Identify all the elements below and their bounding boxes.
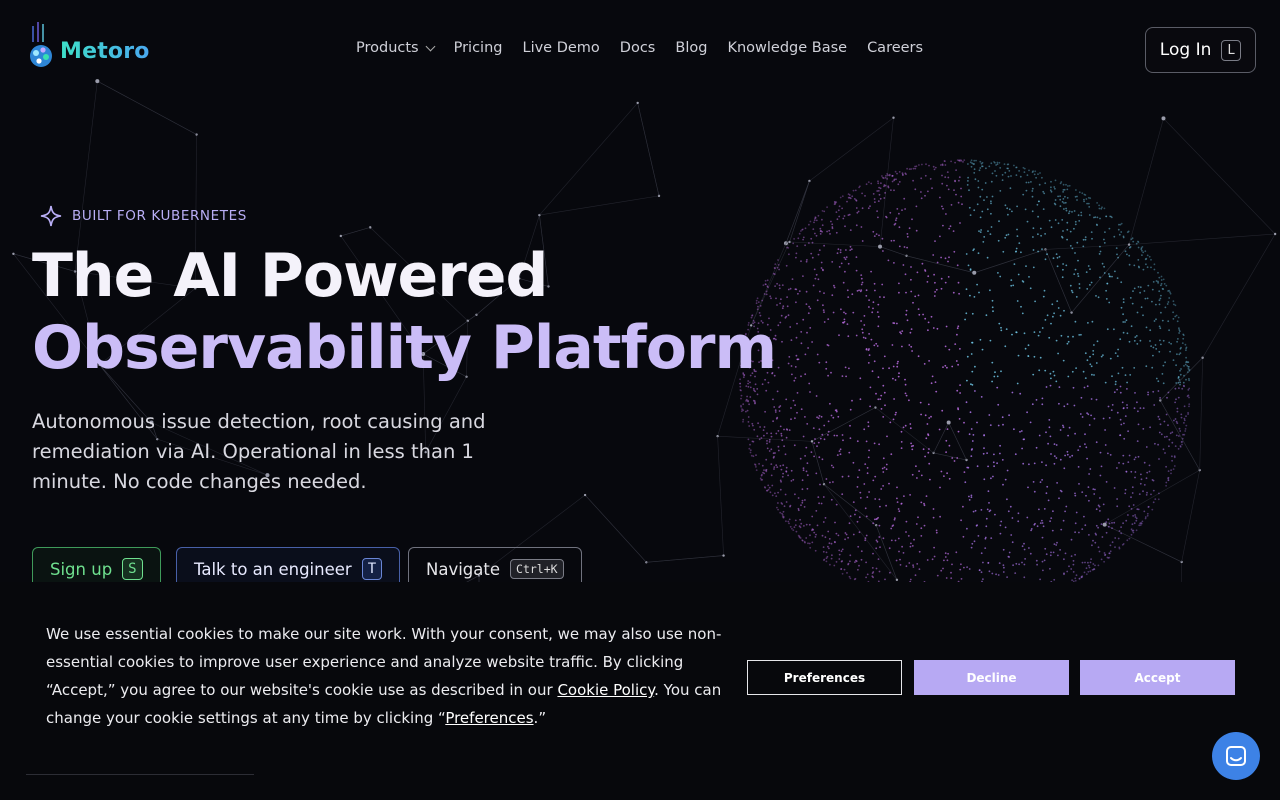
nav-blog-label: Blog (675, 40, 708, 56)
navigate-shortcut-key: Ctrl+K (510, 559, 564, 579)
signup-shortcut-key: S (122, 558, 143, 580)
hero-title-line2: Observability Platform (32, 313, 777, 383)
badge-label: BUILT FOR KUBERNETES (72, 208, 247, 224)
nav-products-label: Products (356, 40, 419, 56)
nav-live-demo-label: Live Demo (522, 40, 600, 56)
sparkle-icon (40, 205, 62, 227)
login-label: Log In (1159, 40, 1212, 60)
nav-products[interactable]: Products (356, 40, 436, 56)
nav-blog[interactable]: Blog (675, 40, 707, 56)
metoro-logo-icon (28, 22, 56, 68)
divider (26, 774, 254, 775)
logo[interactable]: Metoro (28, 22, 150, 68)
chat-launcher-button[interactable] (1212, 732, 1260, 780)
nav-careers-label: Careers (867, 40, 924, 56)
nav-careers[interactable]: Careers (867, 40, 923, 56)
cookie-policy-link[interactable]: Cookie Policy (557, 681, 654, 699)
cookie-message: We use essential cookies to make our sit… (46, 620, 726, 732)
nav-docs[interactable]: Docs (620, 40, 656, 56)
accept-button[interactable]: Accept (1080, 660, 1235, 695)
decline-button[interactable]: Decline (914, 660, 1069, 695)
navigate-label: Navigate (426, 559, 501, 579)
preferences-button[interactable]: Preferences (747, 660, 902, 695)
signup-label: Sign up (50, 559, 113, 579)
nav-docs-label: Docs (619, 40, 656, 56)
nav-pricing-label: Pricing (453, 40, 503, 56)
brand-name: Metoro (60, 39, 150, 68)
kubernetes-badge: BUILT FOR KUBERNETES (40, 205, 247, 227)
nav-knowledge-base-label: Knowledge Base (727, 40, 848, 56)
login-shortcut-key: L (1221, 39, 1242, 61)
main-nav: Products Pricing Live Demo Docs Blog Kno… (356, 40, 923, 56)
nav-live-demo[interactable]: Live Demo (522, 40, 599, 56)
hero-title-line1: The AI Powered (32, 241, 548, 311)
nav-pricing[interactable]: Pricing (454, 40, 503, 56)
hero-subtitle: Autonomous issue detection, root causing… (32, 410, 486, 493)
site-header: Metoro Products Pricing Live Demo Docs B… (0, 0, 1280, 100)
particle-sphere (739, 159, 1191, 583)
cookie-banner: We use essential cookies to make our sit… (0, 582, 1280, 800)
talk-label: Talk to an engineer (194, 559, 352, 579)
nav-knowledge-base[interactable]: Knowledge Base (727, 40, 847, 56)
cookie-text-part3: .” (533, 709, 547, 727)
talk-shortcut-key: T (361, 558, 383, 580)
preferences-link[interactable]: Preferences (445, 709, 533, 727)
login-button[interactable]: Log In L (1145, 27, 1256, 73)
chevron-down-icon (425, 41, 436, 51)
chat-icon (1226, 746, 1246, 766)
